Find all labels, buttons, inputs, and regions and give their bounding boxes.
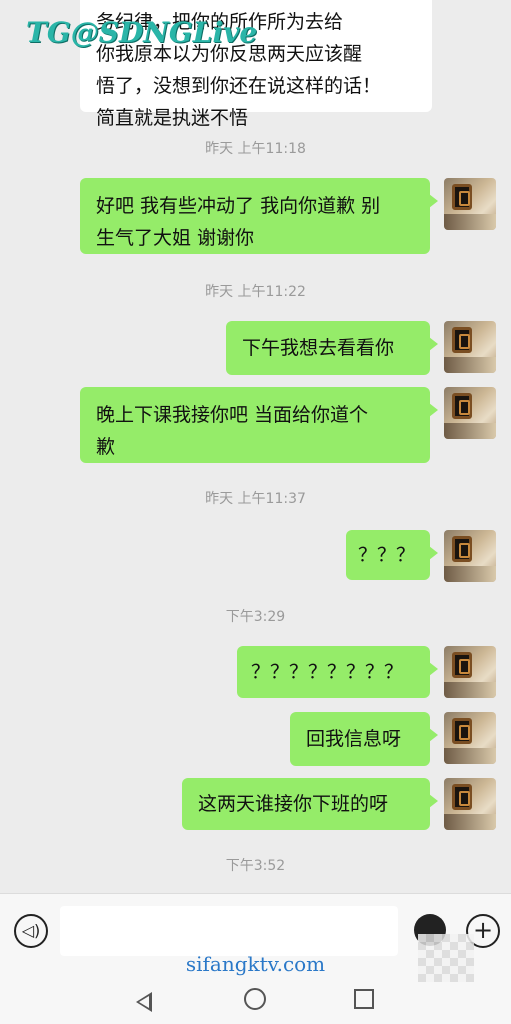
avatar-image bbox=[452, 184, 472, 210]
timestamp: 昨天 上午11:37 bbox=[205, 491, 306, 507]
user-avatar[interactable] bbox=[444, 387, 496, 439]
message-bubble-sent[interactable]: ？？？ bbox=[346, 530, 438, 580]
message-input[interactable] bbox=[60, 906, 398, 956]
message-bubble-sent[interactable]: 好吧 我有些冲动了 我向你道歉 别 生气了大姐 谢谢你 bbox=[80, 178, 438, 254]
avatar-image bbox=[452, 784, 472, 810]
home-icon[interactable] bbox=[244, 988, 266, 1010]
site-watermark: sifangktv.com bbox=[185, 952, 326, 976]
user-avatar[interactable] bbox=[444, 646, 496, 698]
user-avatar[interactable] bbox=[444, 712, 496, 764]
avatar-image bbox=[452, 718, 472, 744]
timestamp: 下午3:29 bbox=[225, 609, 286, 625]
message-bubble-sent[interactable]: 下午我想去看看你 bbox=[226, 321, 438, 375]
message-bubble-sent[interactable]: 晚上下课我接你吧 当面给你道个 歉 bbox=[80, 387, 438, 463]
back-icon[interactable] bbox=[136, 992, 152, 1012]
avatar-image bbox=[452, 327, 472, 353]
watermark-logo: TG@SDNGLive bbox=[26, 16, 258, 49]
message-bubble-sent[interactable]: 回我信息呀 bbox=[290, 712, 438, 766]
message-bubble-sent[interactable]: ？？？？？？？？ bbox=[237, 646, 438, 698]
user-avatar[interactable] bbox=[444, 530, 496, 582]
system-nav-bar bbox=[0, 980, 511, 1024]
timestamp: 昨天 上午11:22 bbox=[205, 284, 306, 300]
avatar-image bbox=[452, 393, 472, 419]
voice-icon[interactable]: ◁) bbox=[14, 914, 48, 948]
message-bubble-sent[interactable]: 这两天谁接你下班的呀 bbox=[182, 778, 438, 830]
avatar-image bbox=[452, 652, 472, 678]
user-avatar[interactable] bbox=[444, 321, 496, 373]
user-avatar[interactable] bbox=[444, 778, 496, 830]
user-avatar[interactable] bbox=[444, 178, 496, 230]
timestamp: 下午3:52 bbox=[225, 858, 286, 874]
input-bar: ◁) + sifangktv.com bbox=[0, 893, 511, 1024]
timestamp: 昨天 上午11:18 bbox=[205, 141, 306, 157]
avatar-image bbox=[452, 536, 472, 562]
chat-area: 务纪律，把你的所作所为去给 你我原本以为你反思两天应该醒 悟了，没想到你还在说这… bbox=[0, 0, 511, 893]
recent-apps-icon[interactable] bbox=[354, 989, 374, 1009]
